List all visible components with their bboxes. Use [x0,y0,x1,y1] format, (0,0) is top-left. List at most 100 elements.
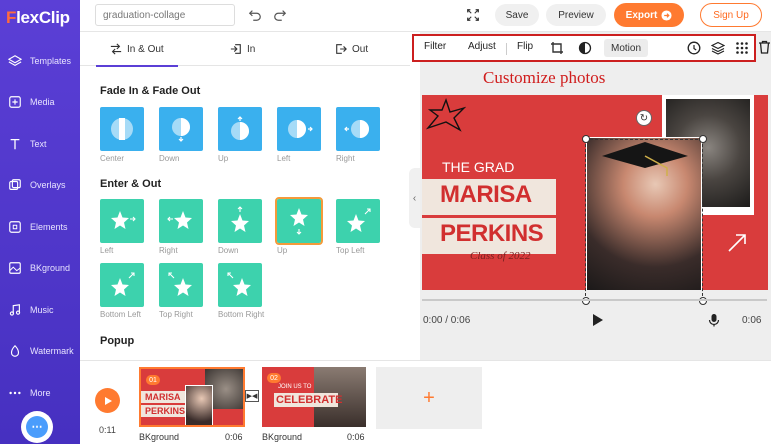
fade-right-tile[interactable] [336,107,380,151]
enter-right-tile[interactable] [159,199,203,243]
rotate-icon: ↻ [639,112,649,124]
clock-icon[interactable] [687,41,701,55]
sidebar-item-bkground[interactable]: BKground [0,248,80,288]
transition-icon[interactable]: ▶◀ [245,390,259,402]
fade-center-icon [111,118,133,140]
timeline-clip[interactable]: JOIN US TO CELEBRATE 02 [262,367,366,427]
fade-right-icon [344,120,369,138]
redo-icon[interactable] [273,8,287,22]
top-bar: Save Preview Export Sign Up [80,0,771,32]
export-button[interactable]: Export [614,3,684,27]
sidebar-item-label: BKground [30,263,71,273]
star-arrow-left-icon [167,211,192,229]
sidebar-item-media[interactable]: Media [0,82,80,122]
layers-icon[interactable] [711,41,725,55]
sidebar-item-text[interactable]: Text [0,124,80,164]
panel-tabs: In & Out In Out [80,32,410,67]
sidebar-item-overlays[interactable]: Overlays [0,165,80,205]
timeline-clip[interactable]: MARISA PERKINS 01 [139,367,245,427]
enter-section-title: Enter & Out [100,178,162,190]
resize-handle-top-right[interactable] [699,135,707,143]
media-icon [9,96,21,108]
fullscreen-icon[interactable] [466,8,480,22]
toolbar-divider [506,43,507,55]
annotation-text: Customize photos [483,68,606,87]
enter-top-left-tile[interactable] [336,199,380,243]
fade-section-title: Fade In & Fade Out [100,85,201,97]
project-name-input[interactable] [95,4,235,26]
arrow-decoration [728,234,746,252]
fade-down-tile[interactable] [159,107,203,151]
sidebar-item-more[interactable]: More [0,373,80,413]
clip-label: BKground [262,432,303,442]
tile-label: Left [277,154,291,163]
grid-icon[interactable] [735,41,749,55]
enter-top-right-tile[interactable] [159,263,203,307]
clip-duration: 0:06 [347,432,365,442]
tab-in[interactable]: In [230,32,255,66]
tile-label: Right [336,154,355,163]
tab-out[interactable]: Out [335,32,368,66]
filter-button[interactable]: Filter [424,41,446,52]
trash-icon[interactable] [758,40,771,54]
tile-label: Down [159,154,180,163]
timeline-play-button[interactable] [95,388,120,413]
playback-progress[interactable] [422,299,767,301]
watermark-icon [10,344,20,357]
export-label: Export [625,9,658,21]
current-time: 0:00 / 0:06 [423,315,471,326]
crop-icon[interactable] [550,41,564,55]
total-time: 0:06 [742,315,762,326]
sidebar-item-label: Media [30,97,55,107]
sidebar-item-watermark[interactable]: Watermark [0,331,80,371]
enter-up-tile[interactable] [275,197,323,245]
fade-up-tile[interactable] [218,107,262,151]
add-clip-button[interactable]: + [376,367,482,429]
resize-handle-top-left[interactable] [582,135,590,143]
clip-number: 01 [146,375,160,385]
enter-left-tile[interactable] [100,199,144,243]
text-icon [10,138,20,150]
sidebar-item-label: Music [30,305,54,315]
app-logo[interactable]: FlexClip [6,8,70,28]
sidebar-item-label: Watermark [30,346,74,356]
tile-label: Top Left [336,246,365,255]
play-icon[interactable] [590,313,604,327]
tile-label: Up [277,246,288,255]
sidebar-item-music[interactable]: Music [0,290,80,330]
fade-center-tile[interactable] [100,107,144,151]
adjust-button[interactable]: Adjust [468,41,496,52]
flip-button[interactable]: Flip [517,41,533,52]
panel-collapse-handle[interactable]: ‹ [409,168,420,228]
sidebar-item-label: Overlays [30,180,66,190]
enter-bottom-right-tile[interactable] [218,263,262,307]
star-arrow-diagonal-icon [168,272,192,296]
animation-panel: In & Out In Out Fade In & Fade Out Cente… [80,32,420,360]
motion-button[interactable]: Motion [604,39,648,57]
sidebar-item-elements[interactable]: Elements [0,207,80,247]
microphone-icon[interactable] [708,313,720,327]
rotate-handle[interactable]: ↻ [636,110,652,126]
tab-in-out[interactable]: In & Out [96,32,178,67]
class-script-text[interactable]: Class of 2022 [470,250,531,262]
sidebar-item-templates[interactable]: Templates [0,41,80,81]
mask-icon[interactable] [578,41,592,55]
tab-label: Out [352,43,369,55]
exit-icon [336,44,347,54]
tile-label: Bottom Left [100,310,141,319]
last-name-text[interactable]: PERKINS [440,220,544,248]
tile-label: Top Right [159,310,193,319]
chat-button[interactable]: ⋯ [21,411,53,443]
fade-left-tile[interactable] [277,107,321,151]
preview-button[interactable]: Preview [546,4,606,26]
save-button[interactable]: Save [495,4,539,26]
enter-down-tile[interactable] [218,199,262,243]
first-name-text[interactable]: MARISA [440,181,532,209]
grad-heading[interactable]: THE GRAD [442,159,514,175]
undo-icon[interactable] [248,8,262,22]
signup-button[interactable]: Sign Up [700,3,762,27]
elements-icon [9,221,21,233]
chat-icon: ⋯ [26,416,48,438]
chevron-left-icon: ‹ [412,192,417,204]
enter-bottom-left-tile[interactable] [100,263,144,307]
